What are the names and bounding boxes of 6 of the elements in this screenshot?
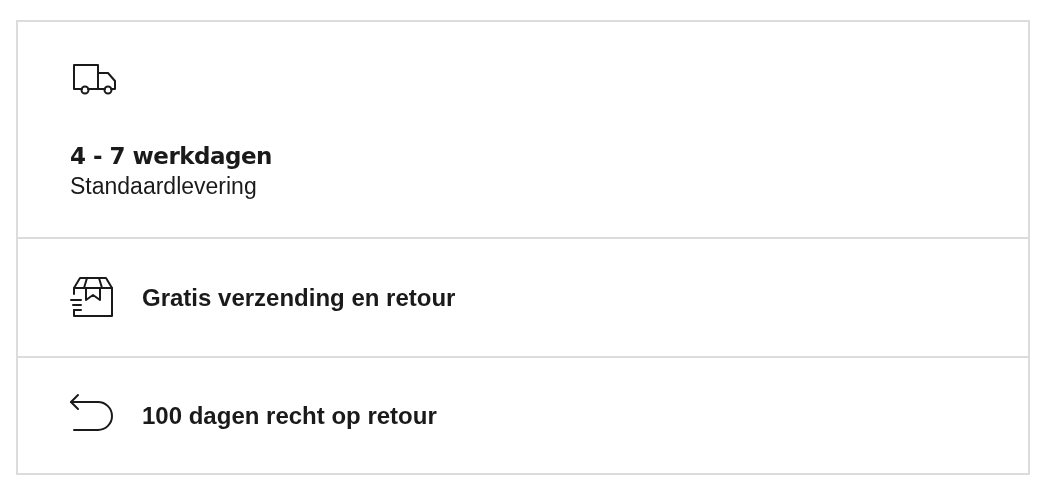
feature-label: 100 dagen recht op retour <box>142 400 437 431</box>
truck-icon <box>70 62 118 96</box>
feature-label: Gratis verzending en retour <box>142 282 456 313</box>
package-icon <box>68 275 116 320</box>
delivery-method: Standaardlevering <box>70 171 258 201</box>
delivery-time: 4 - 7 werkdagen <box>70 142 273 171</box>
